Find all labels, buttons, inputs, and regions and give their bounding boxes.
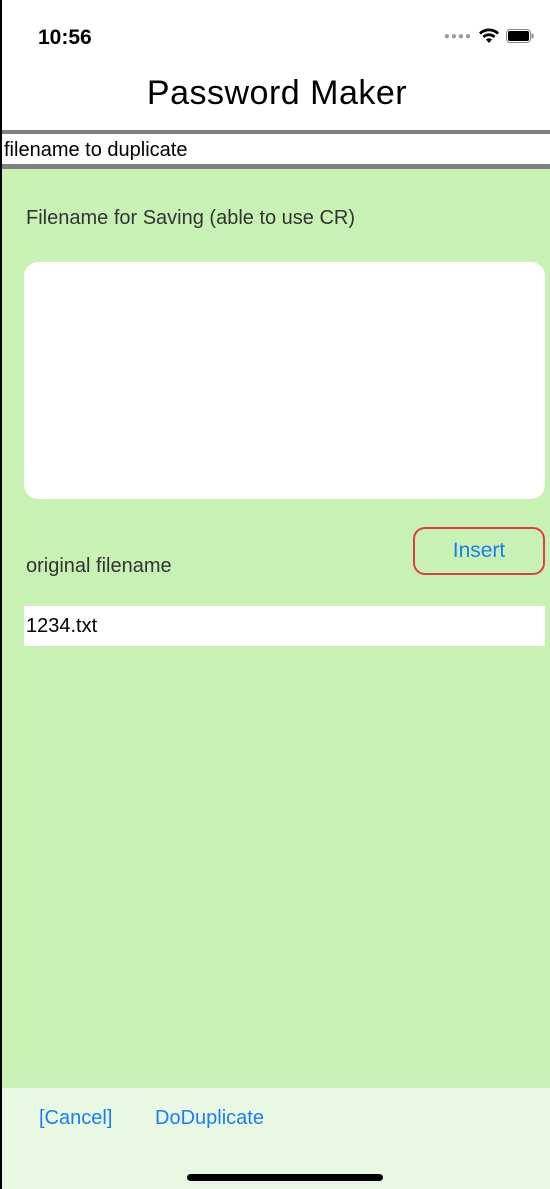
original-filename-field[interactable] bbox=[24, 606, 545, 646]
insert-button[interactable]: Insert bbox=[413, 527, 545, 575]
form-area: Filename for Saving (able to use CR) Ins… bbox=[2, 169, 550, 1087]
wifi-icon bbox=[478, 28, 500, 44]
save-filename-textarea[interactable] bbox=[24, 262, 545, 499]
nav-title: Password Maker bbox=[146, 74, 408, 112]
header-label-row: filename to duplicate bbox=[2, 134, 550, 164]
original-filename-label: original filename bbox=[26, 555, 172, 577]
save-filename-label: Filename for Saving (able to use CR) bbox=[26, 207, 356, 229]
home-indicator[interactable] bbox=[187, 1174, 383, 1181]
do-duplicate-button[interactable]: DoDuplicate bbox=[155, 1107, 264, 1130]
status-time: 10:56 bbox=[38, 26, 92, 49]
cancel-button[interactable]: [Cancel] bbox=[39, 1107, 112, 1130]
bottom-toolbar: [Cancel] DoDuplicate bbox=[2, 1087, 550, 1189]
signal-dots-icon: ●●●● bbox=[443, 30, 472, 42]
status-icons: ●●●● bbox=[444, 28, 534, 44]
app-window: 10:56 ●●●● Password Maker filename to du… bbox=[0, 0, 550, 1189]
filename-to-duplicate-label: filename to duplicate bbox=[4, 139, 188, 161]
battery-icon bbox=[506, 29, 534, 43]
status-bar: 10:56 ●●●● bbox=[2, 0, 550, 70]
